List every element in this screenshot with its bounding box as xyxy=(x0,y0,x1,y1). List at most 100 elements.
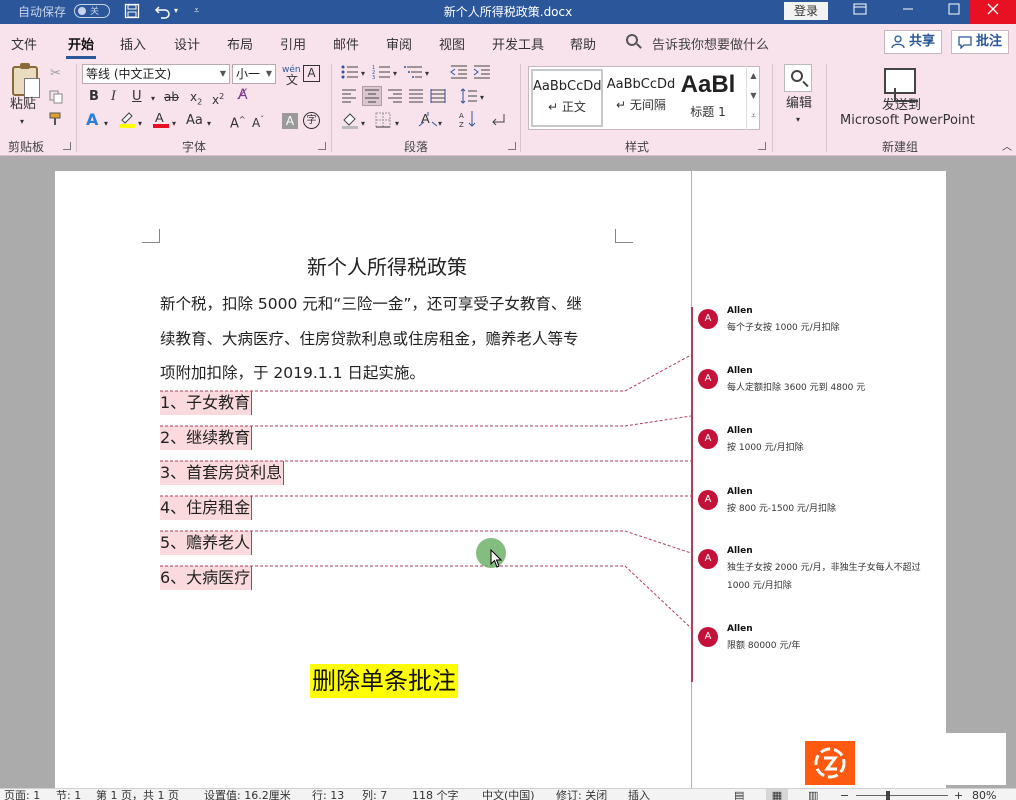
maximize-icon[interactable] xyxy=(934,2,974,22)
tab-insert[interactable]: 插入 xyxy=(120,34,146,53)
status-section[interactable]: 节: 1 xyxy=(56,789,81,800)
status-col[interactable]: 列: 7 xyxy=(362,789,387,800)
underline-dropdown-icon[interactable]: ▾ xyxy=(151,91,155,107)
strikethrough-icon[interactable]: ab xyxy=(164,89,179,105)
change-case-icon[interactable]: Aa xyxy=(186,113,203,129)
zoom-level[interactable]: 80% xyxy=(972,789,996,800)
commented-item[interactable]: 4、住房租金 xyxy=(160,496,253,520)
font-color-dropdown-icon[interactable]: ▾ xyxy=(172,116,176,132)
tab-file[interactable]: 文件 xyxy=(11,34,37,53)
multilevel-dropdown-icon[interactable]: ▾ xyxy=(425,66,429,82)
font-name-select[interactable]: 等线 (中文正文) ▼ xyxy=(82,64,230,84)
bold-icon[interactable]: B xyxy=(89,89,99,105)
tab-help[interactable]: 帮助 xyxy=(570,34,596,53)
style-no-spacing[interactable]: AaBbCcDd ↵ 无间隔 xyxy=(605,69,677,127)
ribbon-display-icon[interactable] xyxy=(840,2,880,22)
subscript-icon[interactable]: x2 xyxy=(190,89,202,110)
increase-indent-icon[interactable] xyxy=(473,64,491,85)
tab-review[interactable]: 审阅 xyxy=(386,34,412,53)
tab-references[interactable]: 引用 xyxy=(280,34,306,53)
copy-icon[interactable] xyxy=(49,90,63,109)
superscript-icon[interactable]: x2 xyxy=(212,89,224,108)
decrease-indent-icon[interactable] xyxy=(450,64,468,85)
cut-icon[interactable]: ✂ xyxy=(50,66,61,82)
highlight-dropdown-icon[interactable]: ▾ xyxy=(138,116,142,132)
char-border-icon[interactable]: A xyxy=(303,65,320,82)
style-heading-1[interactable]: AaBl 标题 1 xyxy=(677,69,739,127)
status-position[interactable]: 设置值: 16.2厘米 xyxy=(204,789,291,800)
shading-icon[interactable] xyxy=(341,111,359,134)
clipboard-launcher-icon[interactable] xyxy=(63,142,71,150)
editing-button[interactable]: 编辑 xyxy=(786,96,812,112)
grow-font-icon[interactable]: A^ xyxy=(230,112,246,132)
styles-launcher-icon[interactable] xyxy=(758,142,766,150)
read-mode-icon[interactable]: ▤ xyxy=(734,789,744,800)
more-styles-icon[interactable]: ⩡ xyxy=(747,106,760,126)
underline-icon[interactable]: U xyxy=(132,89,142,105)
status-pages[interactable]: 第 1 页，共 1 页 xyxy=(96,789,179,800)
tab-mailings[interactable]: 邮件 xyxy=(333,34,359,53)
paste-dropdown-icon[interactable]: ▾ xyxy=(20,114,24,130)
close-icon[interactable] xyxy=(970,0,1016,24)
bullets-dropdown-icon[interactable]: ▾ xyxy=(361,66,365,82)
collapse-ribbon-icon[interactable]: ︿ xyxy=(1002,140,1012,156)
borders-dropdown-icon[interactable]: ▾ xyxy=(395,116,399,132)
zoom-out-icon[interactable]: − xyxy=(840,789,849,800)
status-insert-mode[interactable]: 插入 xyxy=(628,789,650,800)
tab-developer[interactable]: 开发工具 xyxy=(492,34,544,53)
powerpoint-label[interactable]: Microsoft PowerPoint xyxy=(840,113,975,129)
comment-text[interactable]: 每人定额扣除 3600 元到 4800 元 xyxy=(727,379,937,397)
font-size-select[interactable]: 小一 ▼ xyxy=(232,64,276,84)
comments-button[interactable]: 批注 xyxy=(951,30,1009,54)
comment-text[interactable]: 每个子女按 1000 元/月扣除 xyxy=(727,319,937,337)
comment-text[interactable]: 按 800 元-1500 元/月扣除 xyxy=(727,500,937,518)
line-spacing-icon[interactable] xyxy=(460,88,478,109)
status-word-count[interactable]: 118 个字 xyxy=(412,789,459,800)
tab-home[interactable]: 开始 xyxy=(65,34,97,59)
phonetic-guide-char-icon[interactable]: 文 xyxy=(286,72,298,88)
clear-formatting-icon[interactable]: A̸ xyxy=(238,87,248,103)
search-icon[interactable] xyxy=(626,34,638,46)
align-right-icon[interactable] xyxy=(387,88,403,109)
styles-scroll[interactable]: ▲ ▼ ⩡ xyxy=(746,66,760,130)
send-to-label[interactable]: 发送到 xyxy=(882,98,921,114)
shading-dropdown-icon[interactable]: ▾ xyxy=(361,116,365,132)
minimize-icon[interactable] xyxy=(888,2,928,22)
chinese-layout-dropdown-icon[interactable]: ▾ xyxy=(438,116,442,132)
text-effects-icon[interactable]: A xyxy=(86,112,98,128)
style-normal[interactable]: AaBbCcDd ↵ 正文 xyxy=(531,69,603,127)
font-color-icon[interactable]: A xyxy=(152,110,170,133)
tab-design[interactable]: 设计 xyxy=(174,34,200,53)
distributed-icon[interactable] xyxy=(430,88,446,109)
chinese-layout-icon[interactable]: A xyxy=(418,110,438,133)
format-painter-icon[interactable] xyxy=(48,112,64,131)
send-to-powerpoint-icon[interactable] xyxy=(884,68,918,102)
status-row[interactable]: 行: 13 xyxy=(312,789,344,800)
scroll-down-icon[interactable]: ▼ xyxy=(747,86,760,106)
italic-icon[interactable]: I xyxy=(111,89,116,105)
comment-text[interactable]: 限额 80000 元/年 xyxy=(727,637,937,655)
sort-icon[interactable]: AZ xyxy=(459,110,477,133)
show-marks-icon[interactable] xyxy=(490,112,506,133)
commented-item[interactable]: 6、大病医疗 xyxy=(160,566,253,590)
paste-label[interactable]: 粘贴 xyxy=(10,97,36,113)
paste-icon[interactable] xyxy=(12,63,40,98)
commented-item[interactable]: 3、首套房贷利息 xyxy=(160,461,285,485)
commented-item[interactable]: 5、赡养老人 xyxy=(160,531,253,555)
status-language[interactable]: 中文(中国) xyxy=(482,789,535,800)
borders-icon[interactable] xyxy=(375,112,391,133)
line-spacing-dropdown-icon[interactable]: ▾ xyxy=(480,90,484,106)
char-shading-icon[interactable]: A xyxy=(282,113,298,129)
comment-text[interactable]: 独生子女按 2000 元/月，非独生子女每人不超过 1000 元/月扣除 xyxy=(727,559,937,595)
shrink-font-icon[interactable]: Aˇ xyxy=(252,112,264,131)
share-button[interactable]: 共享 xyxy=(884,30,942,54)
change-case-dropdown-icon[interactable]: ▾ xyxy=(207,116,211,132)
login-button[interactable]: 登录 xyxy=(784,2,828,20)
web-layout-icon[interactable]: ▥ xyxy=(808,789,818,800)
zoom-in-icon[interactable]: + xyxy=(954,789,963,800)
paragraph-launcher-icon[interactable] xyxy=(508,142,516,150)
find-icon[interactable] xyxy=(784,64,812,92)
highlight-icon[interactable] xyxy=(118,110,136,133)
justify-icon[interactable] xyxy=(408,88,424,109)
tab-view[interactable]: 视图 xyxy=(439,34,465,53)
